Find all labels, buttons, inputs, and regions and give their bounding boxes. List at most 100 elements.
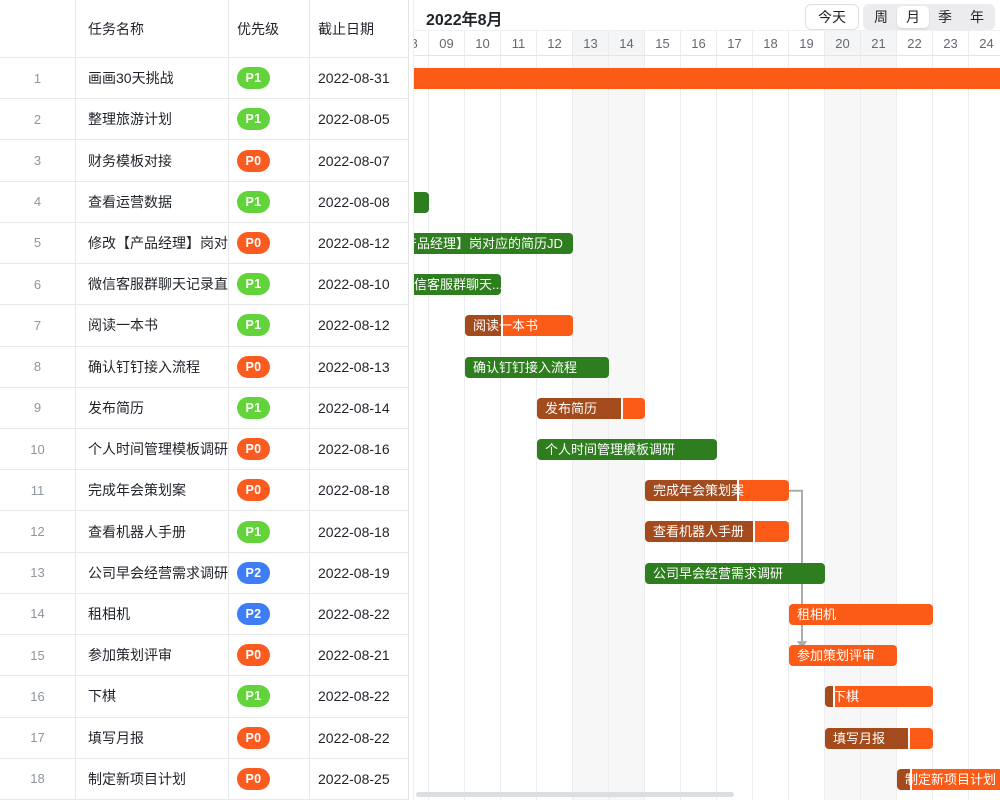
due-date: 2022-08-22 — [318, 606, 390, 622]
task-name: 公司早会经营需求调研 — [88, 563, 228, 583]
task-row-6[interactable]: 6微信客服群聊天记录直P12022-08-10 — [0, 264, 408, 305]
priority-badge: P0 — [237, 232, 270, 254]
gantt-bar-task-15[interactable]: 参加策划评审 — [789, 645, 897, 666]
gantt-bar-label: 发布简历 — [545, 398, 597, 419]
row-number: 17 — [30, 730, 44, 745]
view-switcher: 周月季年 — [863, 4, 995, 30]
task-row-11[interactable]: 11完成年会策划案P02022-08-18 — [0, 470, 408, 511]
column-header-task-name: 任务名称 — [76, 0, 229, 57]
due-date: 2022-08-18 — [318, 482, 390, 498]
task-name: 查看机器人手册 — [88, 522, 186, 542]
timeline-day-header: 0809101112131415161718192021222324 — [414, 30, 1000, 56]
grid-column-10 — [465, 56, 501, 800]
task-row-10[interactable]: 10个人时间管理模板调研P02022-08-16 — [0, 429, 408, 470]
priority-badge: P1 — [237, 273, 270, 295]
priority-badge: P1 — [237, 191, 270, 213]
day-header-cell-15: 15 — [645, 31, 681, 56]
day-header-cell-21: 21 — [861, 31, 897, 56]
row-number: 6 — [34, 277, 41, 292]
priority-badge: P1 — [237, 67, 270, 89]
priority-badge: P1 — [237, 314, 270, 336]
due-date: 2022-08-08 — [318, 194, 390, 210]
gantt-panel: 2022年8月 今天 周月季年 080910111213141516171819… — [414, 0, 1000, 800]
gantt-bar-task-12[interactable]: 查看机器人手册 — [645, 521, 789, 542]
view-option-年[interactable]: 年 — [961, 6, 993, 28]
row-number: 8 — [34, 359, 41, 374]
column-header-due-date: 截止日期 — [310, 0, 408, 57]
task-row-8[interactable]: 8确认钉钉接入流程P02022-08-13 — [0, 347, 408, 388]
view-option-周[interactable]: 周 — [865, 6, 897, 28]
priority-badge: P1 — [237, 521, 270, 543]
task-row-15[interactable]: 15参加策划评审P02022-08-21 — [0, 635, 408, 676]
task-row-2[interactable]: 2整理旅游计划P12022-08-05 — [0, 99, 408, 140]
task-row-18[interactable]: 18制定新项目计划P02022-08-25 — [0, 759, 408, 800]
task-table: 任务名称 优先级 截止日期 1画画30天挑战P12022-08-312整理旅游计… — [0, 0, 408, 800]
task-name: 参加策划评审 — [88, 645, 172, 665]
gantt-chart-area: 画画30天挑战修改【产品经理】岗对应的简历JD 微信客服群聊天... 阅读一本书确认… — [414, 56, 1000, 800]
view-option-季[interactable]: 季 — [929, 6, 961, 28]
day-header-cell-10: 10 — [465, 31, 501, 56]
task-row-14[interactable]: 14租相机P22022-08-22 — [0, 594, 408, 635]
priority-badge: P1 — [237, 685, 270, 707]
task-row-1[interactable]: 1画画30天挑战P12022-08-31 — [0, 58, 408, 99]
gantt-bar-task-6[interactable]: 微信客服群聊天... — [414, 274, 501, 295]
grid-column-24 — [969, 56, 1000, 800]
day-header-cell-09: 09 — [429, 31, 465, 56]
view-option-月[interactable]: 月 — [897, 6, 929, 28]
grid-column-23 — [933, 56, 969, 800]
gantt-bar-task-9[interactable]: 发布简历 — [537, 398, 645, 419]
gantt-bar-label: 个人时间管理模板调研 — [545, 439, 675, 460]
gantt-bar-label: 下棋 — [833, 686, 859, 707]
gantt-bar-label: 微信客服群聊天... — [414, 274, 501, 295]
priority-badge: P2 — [237, 603, 270, 625]
row-number: 15 — [30, 648, 44, 663]
row-number: 5 — [34, 235, 41, 250]
task-name: 下棋 — [88, 686, 116, 706]
gantt-bar-task-4[interactable] — [414, 192, 429, 213]
row-number: 12 — [30, 524, 44, 539]
gantt-bar-task-14[interactable]: 租相机 — [789, 604, 933, 625]
task-row-7[interactable]: 7阅读一本书P12022-08-12 — [0, 305, 408, 346]
priority-badge: P0 — [237, 438, 270, 460]
task-row-13[interactable]: 13公司早会经营需求调研P22022-08-19 — [0, 553, 408, 594]
grid-column-15 — [645, 56, 681, 800]
task-row-3[interactable]: 3财务模板对接P02022-08-07 — [0, 140, 408, 181]
gantt-bar-task-11[interactable]: 完成年会策划案 — [645, 480, 789, 501]
gantt-bar-label: 确认钉钉接入流程 — [473, 357, 577, 378]
grid-column-18 — [753, 56, 789, 800]
grid-column-09 — [429, 56, 465, 800]
task-row-17[interactable]: 17填写月报P02022-08-22 — [0, 718, 408, 759]
gantt-bar-task-17[interactable]: 填写月报 — [825, 728, 933, 749]
gantt-bar-task-13[interactable]: 公司早会经营需求调研 — [645, 563, 825, 584]
gantt-bar-task-8[interactable]: 确认钉钉接入流程 — [465, 357, 609, 378]
task-name: 填写月报 — [88, 728, 144, 748]
gantt-bar-task-7[interactable]: 阅读一本书 — [465, 315, 573, 336]
day-header-cell-20: 20 — [825, 31, 861, 56]
priority-badge: P0 — [237, 479, 270, 501]
gantt-bar-label: 填写月报 — [833, 728, 885, 749]
grid-column-13 — [573, 56, 609, 800]
due-date: 2022-08-18 — [318, 524, 390, 540]
due-date: 2022-08-10 — [318, 276, 390, 292]
task-row-4[interactable]: 4查看运营数据P12022-08-08 — [0, 182, 408, 223]
due-date: 2022-08-07 — [318, 153, 390, 169]
horizontal-scrollbar-thumb[interactable] — [416, 792, 734, 797]
grid-column-12 — [537, 56, 573, 800]
day-header-cell-11: 11 — [501, 31, 537, 56]
gantt-bar-task-1[interactable]: 画画30天挑战 — [414, 68, 1000, 89]
grid-column-11 — [501, 56, 537, 800]
grid-column-08 — [414, 56, 429, 800]
grid-column-16 — [681, 56, 717, 800]
day-header-cell-24: 24 — [969, 31, 1000, 56]
task-name: 个人时间管理模板调研 — [88, 439, 228, 459]
priority-badge: P0 — [237, 356, 270, 378]
task-row-9[interactable]: 9发布简历P12022-08-14 — [0, 388, 408, 429]
task-row-5[interactable]: 5修改【产品经理】岗对应的简历JDP02022-08-12 — [0, 223, 408, 264]
gantt-bar-task-16[interactable]: 下棋 — [825, 686, 933, 707]
gantt-bar-task-5[interactable]: 修改【产品经理】岗对应的简历JD — [414, 233, 573, 254]
gantt-bar-task-18[interactable]: 制定新项目计划 — [897, 769, 1000, 790]
gantt-bar-task-10[interactable]: 个人时间管理模板调研 — [537, 439, 717, 460]
task-row-16[interactable]: 16下棋P12022-08-22 — [0, 676, 408, 717]
task-row-12[interactable]: 12 查看机器人手册 P1 2022-08-18 — [0, 511, 408, 552]
today-button[interactable]: 今天 — [805, 4, 859, 30]
